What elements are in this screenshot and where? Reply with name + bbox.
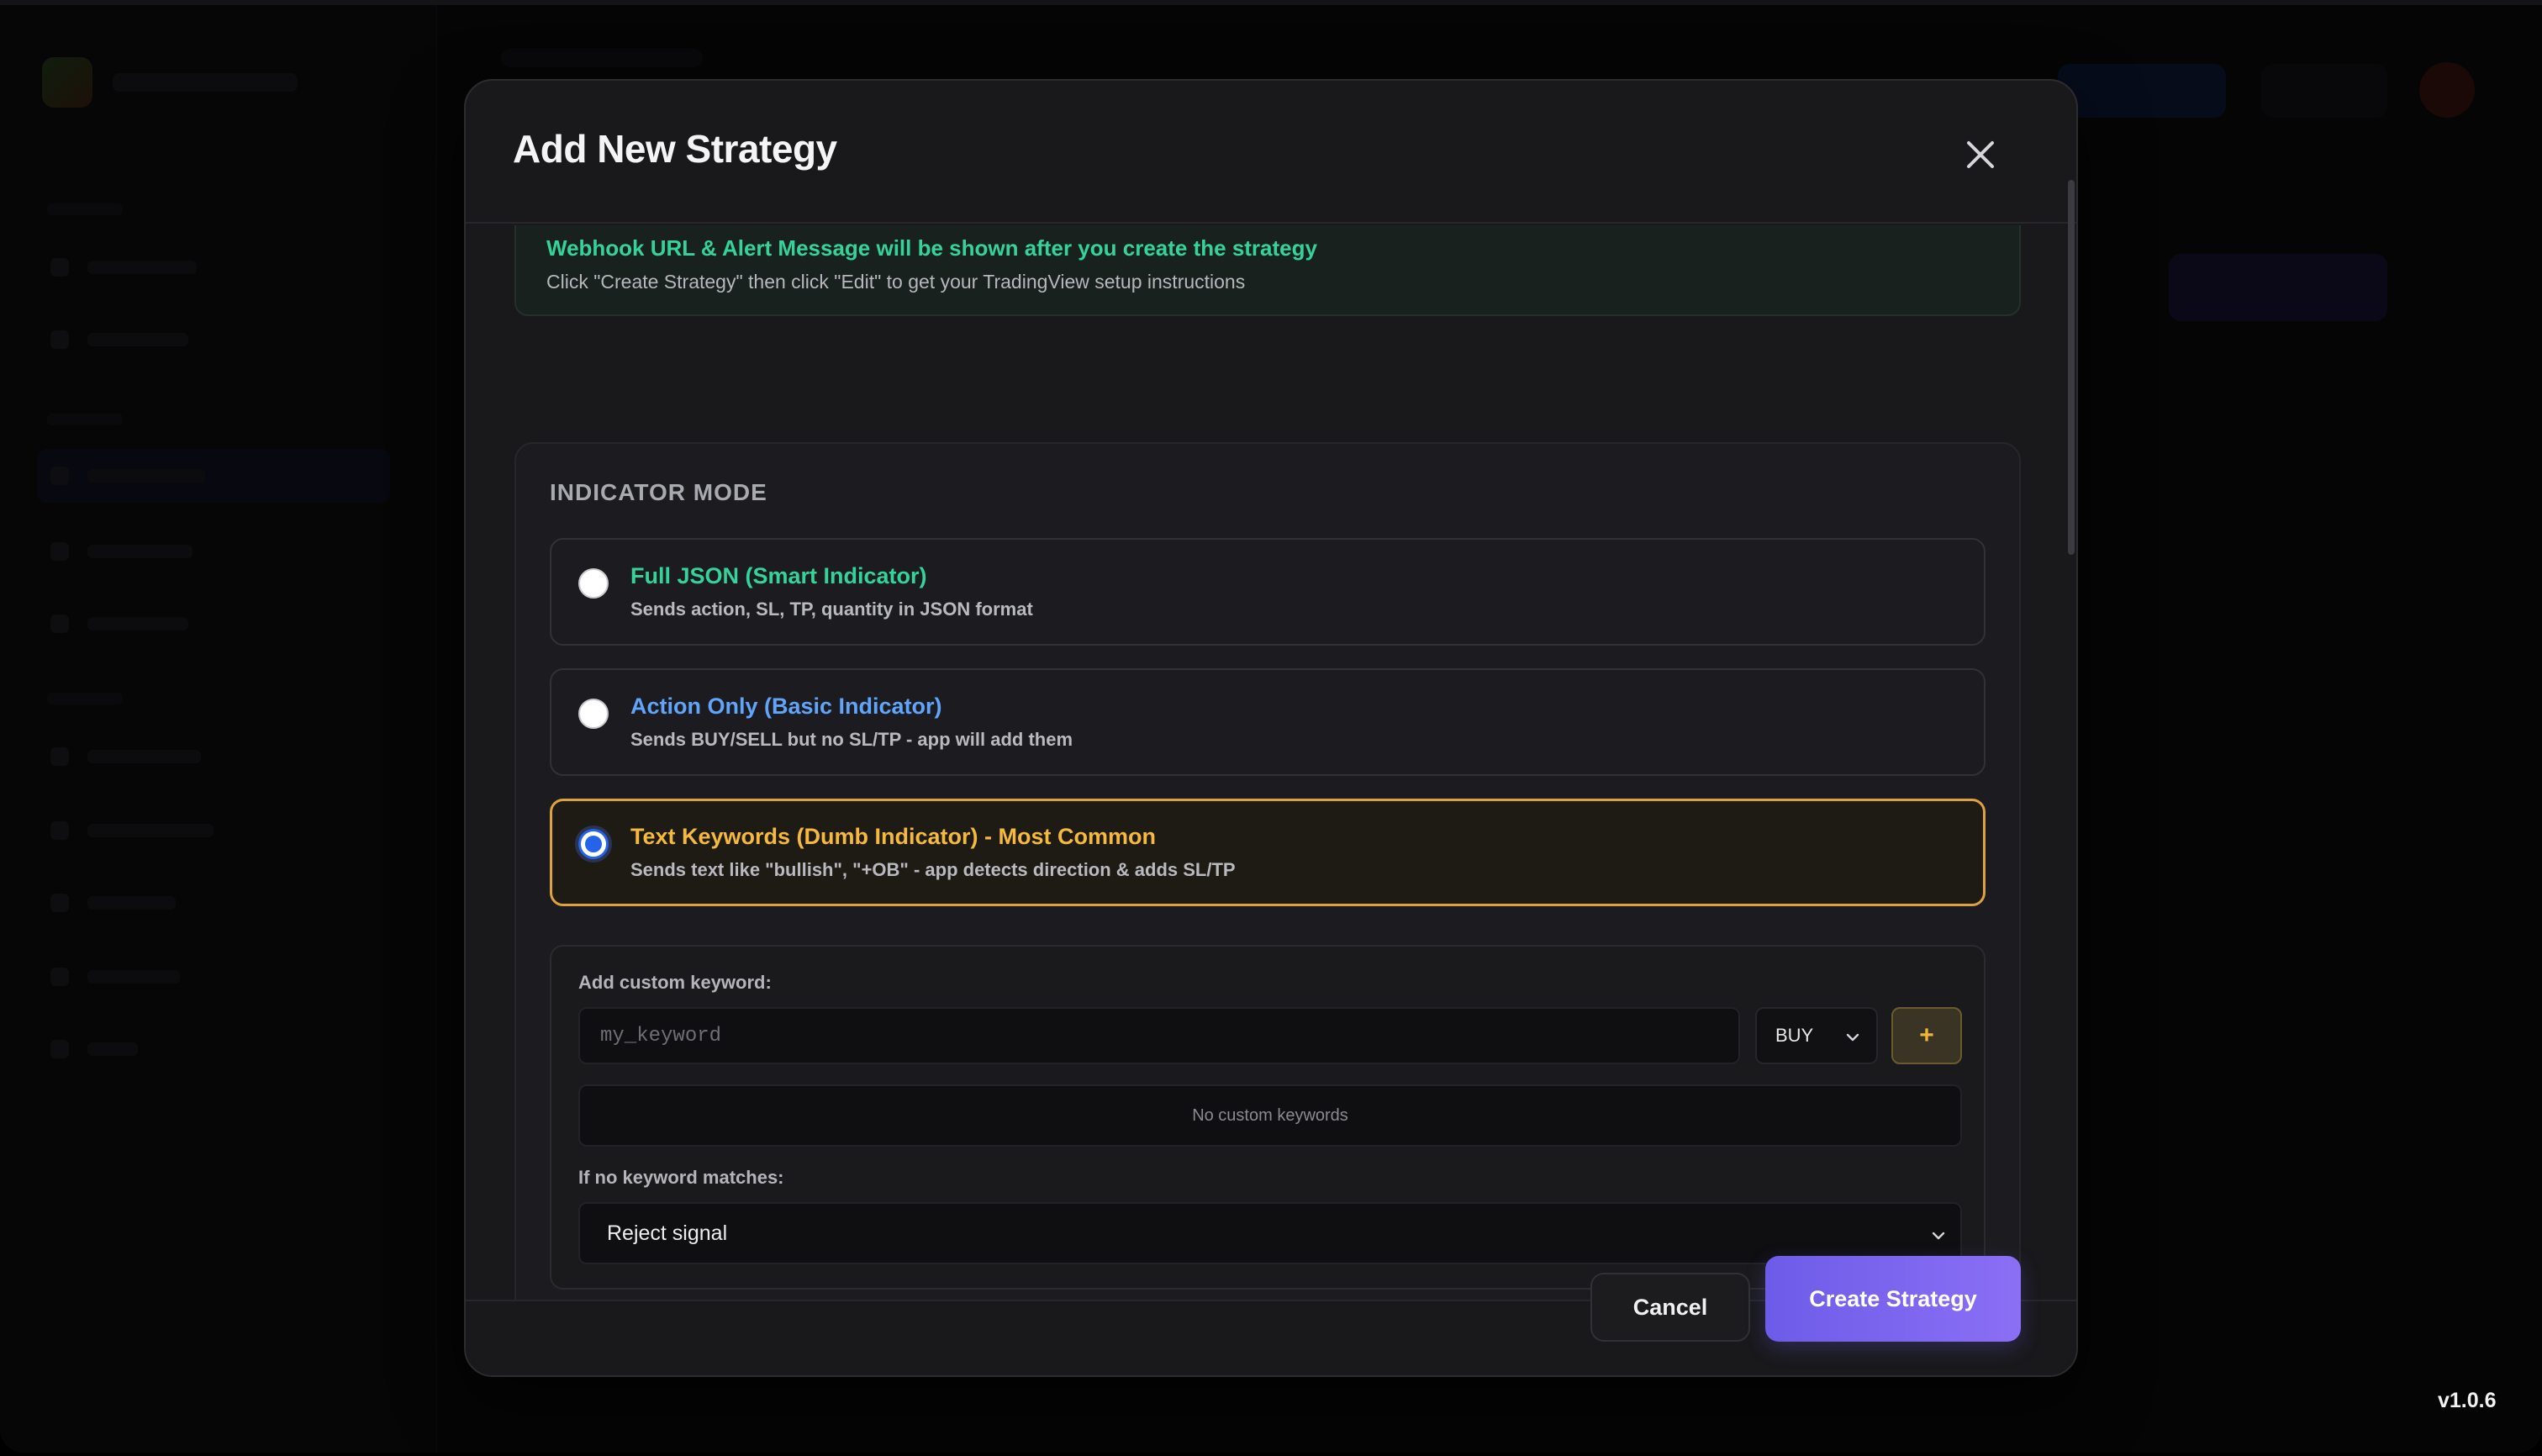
modal-header: Add New Strategy <box>466 81 2076 224</box>
modal-title: Add New Strategy <box>513 127 837 171</box>
mode-option-action-only[interactable]: Action Only (Basic Indicator) Sends BUY/… <box>550 668 1986 776</box>
webhook-banner-title: Webhook URL & Alert Message will be show… <box>546 235 1317 261</box>
no-match-select[interactable]: Reject signal <box>578 1202 1962 1264</box>
close-icon <box>1967 141 1994 168</box>
add-strategy-modal: Add New Strategy Webhook URL & Alert Mes… <box>464 79 2078 1377</box>
chevron-down-icon <box>1846 1033 1859 1042</box>
add-keyword-button[interactable]: + <box>1891 1007 1962 1064</box>
radio-text-keywords[interactable] <box>578 829 609 859</box>
keyword-direction-select[interactable]: BUY <box>1755 1007 1878 1064</box>
cancel-button[interactable]: Cancel <box>1590 1273 1750 1342</box>
mode-option-text-keywords[interactable]: Text Keywords (Dumb Indicator) - Most Co… <box>550 799 1986 906</box>
indicator-mode-section: INDICATOR MODE Full JSON (Smart Indicato… <box>514 442 2021 1301</box>
mode-option-title: Action Only (Basic Indicator) <box>630 694 942 719</box>
no-match-value: Reject signal <box>607 1221 728 1245</box>
radio-full-json[interactable] <box>578 568 609 599</box>
indicator-mode-heading: INDICATOR MODE <box>550 479 767 505</box>
modal-body[interactable]: Webhook URL & Alert Message will be show… <box>466 225 2076 1301</box>
keyword-direction-value: BUY <box>1775 1025 1814 1046</box>
mode-option-description: Sends BUY/SELL but no SL/TP - app will a… <box>630 729 1073 750</box>
chevron-down-icon <box>1932 1232 1945 1240</box>
add-keyword-label: Add custom keyword: <box>578 972 772 993</box>
mode-option-title: Text Keywords (Dumb Indicator) - Most Co… <box>630 824 1157 849</box>
radio-action-only[interactable] <box>578 699 609 729</box>
webhook-info-banner: Webhook URL & Alert Message will be show… <box>514 225 2021 316</box>
modal-scrollbar[interactable] <box>2068 180 2075 555</box>
mode-option-description: Sends action, SL, TP, quantity in JSON f… <box>630 599 1033 620</box>
keyword-input[interactable] <box>578 1007 1740 1064</box>
mode-option-description: Sends text like "bullish", "+OB" - app d… <box>630 859 1236 880</box>
mode-option-title: Full JSON (Smart Indicator) <box>630 563 927 588</box>
create-strategy-button[interactable]: Create Strategy <box>1765 1256 2021 1342</box>
webhook-banner-subtitle: Click "Create Strategy" then click "Edit… <box>546 271 1246 293</box>
no-match-label: If no keyword matches: <box>578 1167 784 1188</box>
close-button[interactable] <box>1960 135 2001 175</box>
custom-keywords-empty: No custom keywords <box>578 1084 1962 1147</box>
mode-option-full-json[interactable]: Full JSON (Smart Indicator) Sends action… <box>550 538 1986 646</box>
custom-keyword-panel: Add custom keyword: BUY + No custom keyw… <box>550 945 1986 1290</box>
version-label: v1.0.6 <box>2438 1389 2497 1412</box>
